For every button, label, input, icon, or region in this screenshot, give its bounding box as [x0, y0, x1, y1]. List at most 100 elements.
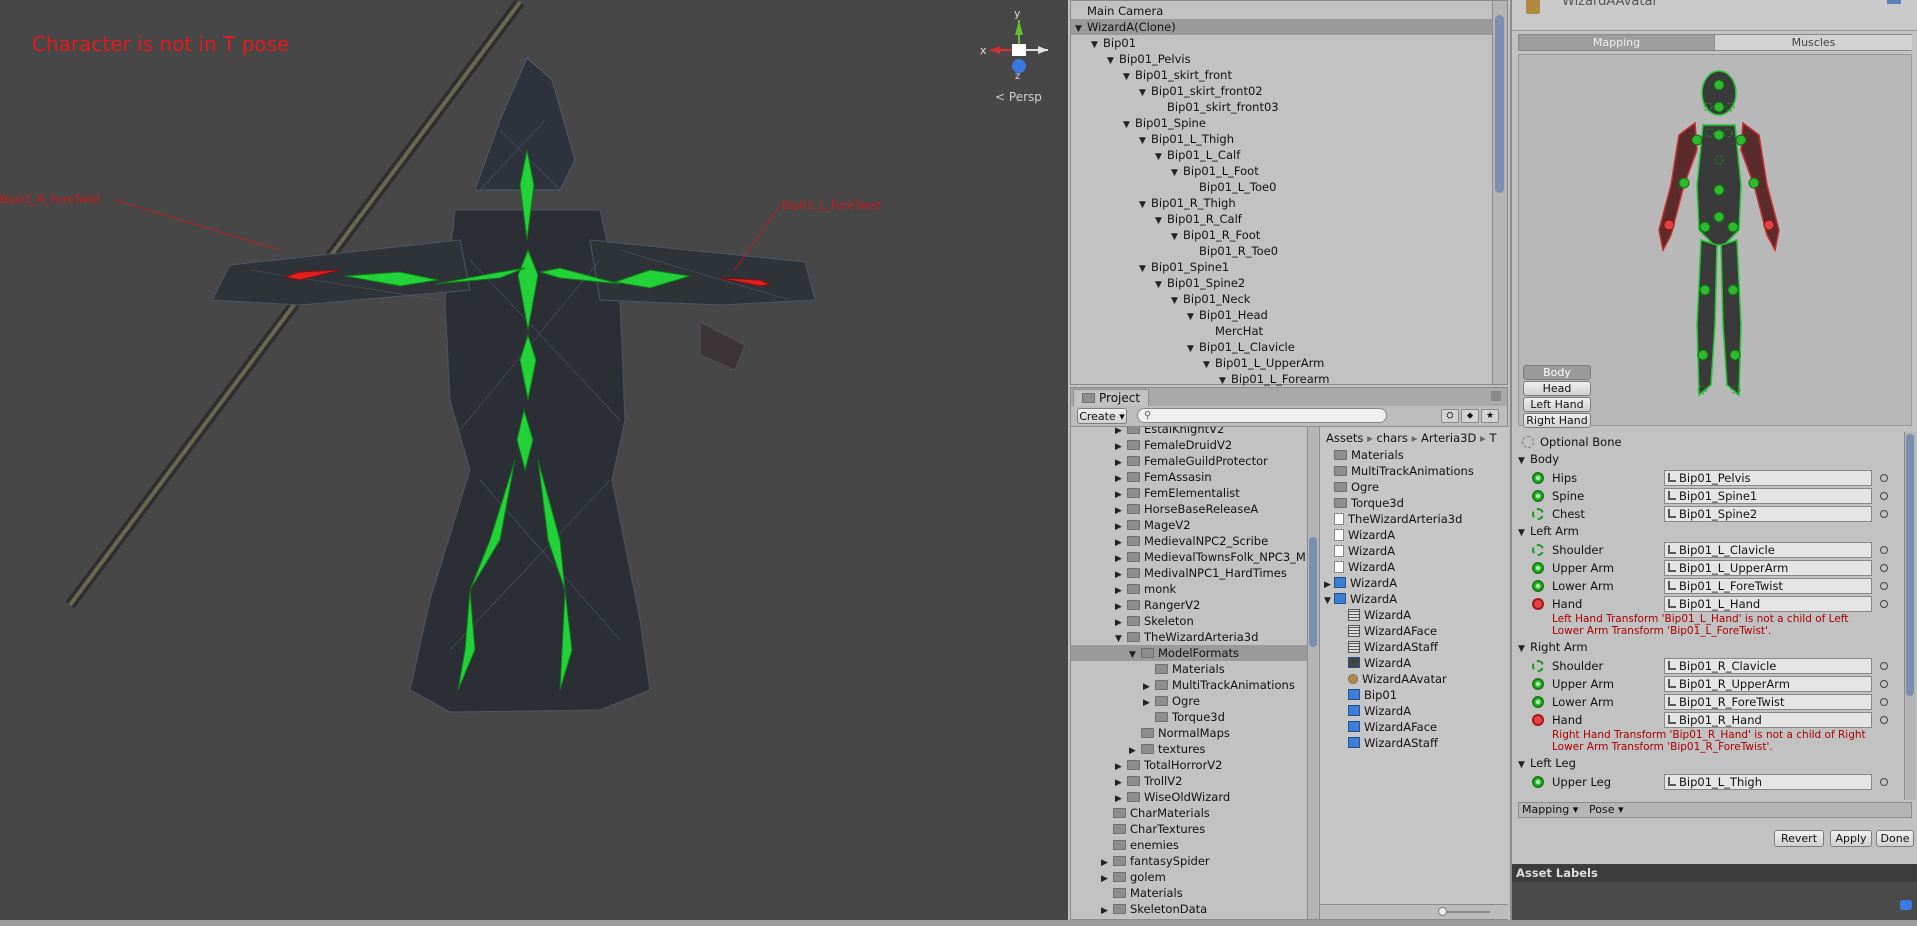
- bone-transform-field[interactable]: Bip01_L_ForeTwist: [1664, 578, 1872, 594]
- persp-toggle[interactable]: < Persp: [995, 90, 1042, 104]
- project-folder-item[interactable]: ▼ TheWizardArteria3d: [1071, 629, 1307, 645]
- object-picker-icon[interactable]: [1880, 492, 1888, 500]
- object-picker-icon[interactable]: [1880, 662, 1888, 670]
- project-folder-item[interactable]: ▶ TrollV2: [1071, 773, 1307, 789]
- bone-transform-field[interactable]: Bip01_L_Thigh: [1664, 774, 1872, 790]
- bone-section-header[interactable]: ▼ Left Arm: [1518, 524, 1579, 538]
- project-tab[interactable]: Project: [1073, 389, 1150, 407]
- project-folder-item[interactable]: ▶ WiseOldWizard: [1071, 789, 1307, 805]
- asset-item[interactable]: WizardAFace: [1320, 719, 1506, 735]
- asset-item[interactable]: WizardAAvatar: [1320, 671, 1506, 687]
- breadcrumb-chars[interactable]: chars: [1377, 431, 1408, 445]
- filter-by-type-icon[interactable]: ⛭: [1441, 409, 1459, 423]
- bone-transform-field[interactable]: Bip01_Pelvis: [1664, 470, 1872, 486]
- project-folder-item[interactable]: ▶ MedievalNPC2_Scribe: [1071, 533, 1307, 549]
- hierarchy-item[interactable]: ▼ Bip01_R_Calf: [1071, 211, 1493, 227]
- create-dropdown[interactable]: Create ▾: [1077, 408, 1127, 424]
- asset-item[interactable]: Materials: [1320, 447, 1506, 463]
- body-view-button[interactable]: Body: [1523, 365, 1591, 380]
- project-folder-item[interactable]: ▶ MedivalNPC1_HardTimes: [1071, 565, 1307, 581]
- asset-item[interactable]: WizardA: [1320, 559, 1506, 575]
- bone-section-header[interactable]: ▼ Body: [1518, 452, 1559, 466]
- collapse-toggle-icon[interactable]: ▼: [1518, 456, 1530, 466]
- project-folder-item[interactable]: ▶ EstalKnightV2: [1071, 427, 1307, 437]
- hierarchy-item[interactable]: Bip01_L_Toe0: [1071, 179, 1493, 195]
- hierarchy-item[interactable]: ▼ Bip01_Spine2: [1071, 275, 1493, 291]
- hierarchy-item[interactable]: ▼ Bip01_L_Thigh: [1071, 131, 1493, 147]
- project-folder-item[interactable]: ▶ FemaleDruidV2: [1071, 437, 1307, 453]
- hierarchy-item[interactable]: Bip01_R_Toe0: [1071, 243, 1493, 259]
- object-picker-icon[interactable]: [1880, 474, 1888, 482]
- head-view-button[interactable]: Head: [1523, 381, 1591, 396]
- scene-canvas[interactable]: [0, 0, 1068, 920]
- project-folder-item[interactable]: ▼ ModelFormats: [1071, 645, 1307, 661]
- hierarchy-item[interactable]: ▼ Bip01_Head: [1071, 307, 1493, 323]
- asset-item[interactable]: Ogre: [1320, 479, 1506, 495]
- asset-item[interactable]: TheWizardArteria3d: [1320, 511, 1506, 527]
- project-search-input[interactable]: ⚲: [1137, 408, 1387, 423]
- object-picker-icon[interactable]: [1880, 582, 1888, 590]
- hierarchy-item[interactable]: ▼ Bip01_L_Forearm: [1071, 371, 1493, 387]
- hierarchy-item[interactable]: ▼ Bip01_Spine1: [1071, 259, 1493, 275]
- project-folder-item[interactable]: CharTextures: [1071, 821, 1307, 837]
- object-picker-icon[interactable]: [1880, 716, 1888, 724]
- favorites-star-icon[interactable]: ★: [1481, 409, 1499, 423]
- asset-item[interactable]: WizardA: [1320, 703, 1506, 719]
- hierarchy-item[interactable]: MercHat: [1071, 323, 1493, 339]
- scene-view[interactable]: Character is not in T pose Bip01_R_ForeT…: [0, 0, 1068, 920]
- object-picker-icon[interactable]: [1880, 564, 1888, 572]
- avatar-body-view[interactable]: Body Head Left Hand Right Hand: [1518, 54, 1912, 428]
- bone-transform-field[interactable]: Bip01_L_Hand: [1664, 596, 1872, 612]
- project-folder-item[interactable]: ▶ Ogre: [1071, 693, 1307, 709]
- hierarchy-item[interactable]: ▼ Bip01_Neck: [1071, 291, 1493, 307]
- project-folder-item[interactable]: ▶ Skeleton: [1071, 613, 1307, 629]
- project-folder-item[interactable]: ▶ FemAssasin: [1071, 469, 1307, 485]
- hierarchy-item[interactable]: ▼ Bip01_L_Foot: [1071, 163, 1493, 179]
- tab-mapping[interactable]: Mapping: [1519, 35, 1714, 50]
- inspector-settings-icon[interactable]: [1887, 0, 1901, 4]
- asset-item[interactable]: WizardAStaff: [1320, 639, 1506, 655]
- asset-item[interactable]: WizardA: [1320, 655, 1506, 671]
- project-folder-item[interactable]: ▶ MageV2: [1071, 517, 1307, 533]
- collapse-toggle-icon[interactable]: ▼: [1518, 528, 1530, 538]
- bone-transform-field[interactable]: Bip01_R_Hand: [1664, 712, 1872, 728]
- zoom-slider-handle[interactable]: [1438, 907, 1447, 916]
- hierarchy-item[interactable]: ▼ WizardA(Clone): [1071, 19, 1493, 35]
- project-folder-item[interactable]: Torque3d: [1071, 709, 1307, 725]
- object-picker-icon[interactable]: [1880, 680, 1888, 688]
- object-picker-icon[interactable]: [1880, 698, 1888, 706]
- project-folder-item[interactable]: ▶ MedievalTownsFolk_NPC3_M: [1071, 549, 1307, 565]
- hierarchy-scrollbar[interactable]: [1492, 1, 1507, 384]
- apply-button[interactable]: Apply: [1830, 830, 1872, 847]
- object-picker-icon[interactable]: [1880, 778, 1888, 786]
- hierarchy-item[interactable]: ▼ Bip01_L_Calf: [1071, 147, 1493, 163]
- project-folder-item[interactable]: ▶ RangerV2: [1071, 597, 1307, 613]
- mapping-dropdown[interactable]: Mapping ▾: [1522, 803, 1578, 817]
- project-folder-item[interactable]: ▶ TotalHorrorV2: [1071, 757, 1307, 773]
- project-folder-item[interactable]: NormalMaps: [1071, 725, 1307, 741]
- left-hand-view-button[interactable]: Left Hand: [1523, 397, 1591, 412]
- object-picker-icon[interactable]: [1880, 600, 1888, 608]
- project-folder-item[interactable]: ▶ MultiTrackAnimations: [1071, 677, 1307, 693]
- breadcrumb-arteria3d[interactable]: Arteria3D: [1421, 431, 1476, 445]
- bone-transform-field[interactable]: Bip01_L_UpperArm: [1664, 560, 1872, 576]
- project-folder-item[interactable]: enemies: [1071, 837, 1307, 853]
- revert-button[interactable]: Revert: [1774, 830, 1824, 847]
- asset-bundle-icon[interactable]: [1900, 900, 1912, 910]
- hierarchy-item[interactable]: ▼ Bip01_L_UpperArm: [1071, 355, 1493, 371]
- bone-section-header[interactable]: ▼ Right Arm: [1518, 640, 1588, 654]
- collapse-toggle-icon[interactable]: ▼: [1518, 760, 1530, 770]
- project-folder-item[interactable]: ▶ FemElementalist: [1071, 485, 1307, 501]
- object-picker-icon[interactable]: [1880, 546, 1888, 554]
- hierarchy-item[interactable]: ▼ Bip01_Spine: [1071, 115, 1493, 131]
- bone-transform-field[interactable]: Bip01_R_UpperArm: [1664, 676, 1872, 692]
- project-folder-item[interactable]: CharMaterials: [1071, 805, 1307, 821]
- asset-item[interactable]: WizardA: [1320, 543, 1506, 559]
- project-folder-item[interactable]: ▶ monk: [1071, 581, 1307, 597]
- hierarchy-item[interactable]: ▼ Bip01_skirt_front: [1071, 67, 1493, 83]
- asset-item[interactable]: WizardA: [1320, 527, 1506, 543]
- hierarchy-item[interactable]: Bip01_skirt_front03: [1071, 99, 1493, 115]
- project-tree-scrollbar[interactable]: [1307, 427, 1319, 919]
- project-folder-item[interactable]: Materials: [1071, 885, 1307, 901]
- object-picker-icon[interactable]: [1880, 510, 1888, 518]
